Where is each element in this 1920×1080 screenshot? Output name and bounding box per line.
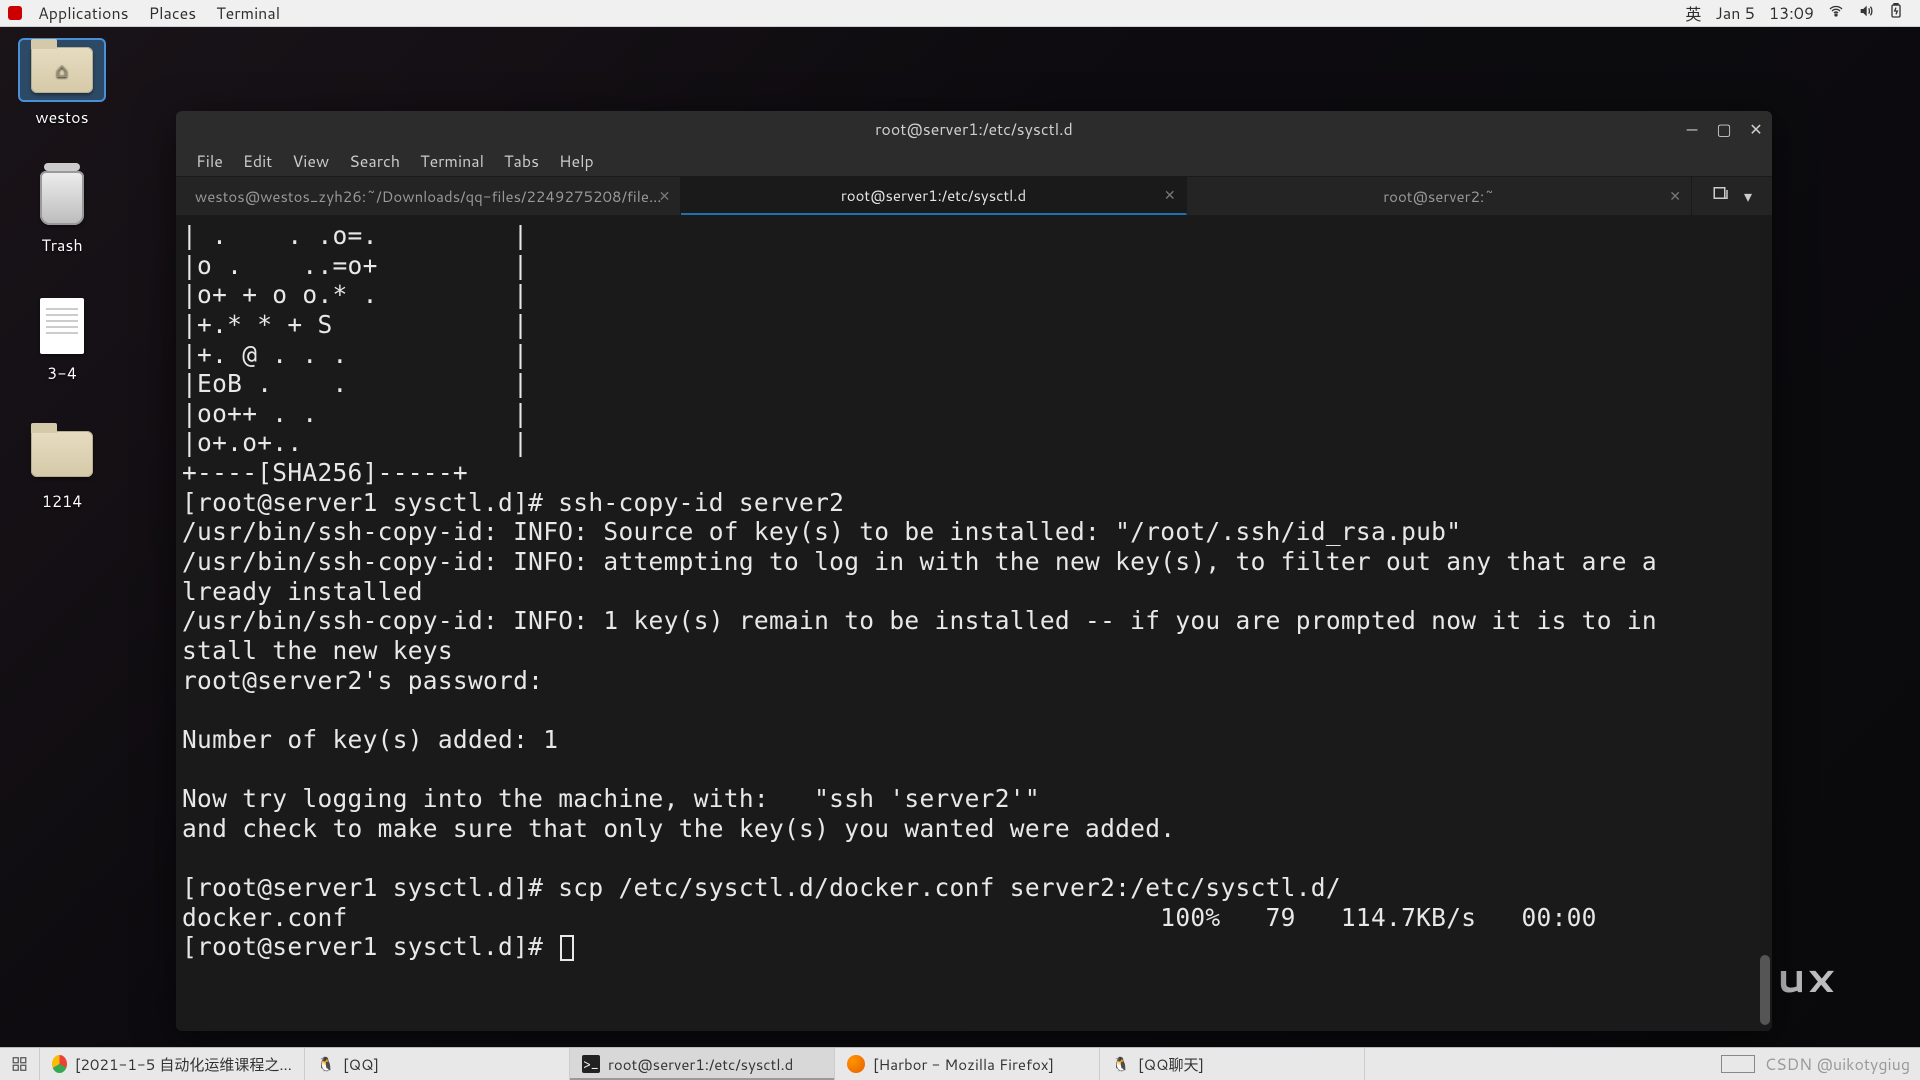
terminal-tab-1[interactable]: westos@westos_zyh26:~/Downloads/qq-files…	[176, 177, 681, 215]
terminal-output[interactable]: | . . .o=. | |o . ..=o+ | |o+ + o o.* . …	[176, 215, 1772, 1031]
scrollbar-thumb[interactable]	[1760, 955, 1770, 1025]
menu-places[interactable]: Places	[139, 2, 207, 25]
terminal-tabbar: westos@westos_zyh26:~/Downloads/qq-files…	[176, 177, 1772, 215]
tab-label: westos@westos_zyh26:~/Downloads/qq-files…	[195, 186, 662, 207]
menu-terminal[interactable]: Terminal	[410, 150, 494, 173]
tab-label: root@server2:~	[1383, 186, 1494, 207]
window-titlebar[interactable]: root@server1:/etc/sysctl.d — ▢ ✕	[176, 111, 1772, 147]
tab-close-icon[interactable]: ✕	[1164, 185, 1176, 205]
taskbar-label: root@server1:/etc/sysctl.d	[608, 1054, 793, 1075]
desktop-icon-label: Trash	[2, 234, 122, 257]
desktop-icon-label: 3-4	[2, 362, 122, 385]
menu-tabs[interactable]: Tabs	[494, 150, 549, 173]
firefox-icon	[847, 1055, 865, 1073]
menu-help[interactable]: Help	[549, 150, 604, 173]
taskbar-label: [Harbor - Mozilla Firefox]	[873, 1054, 1054, 1075]
workspace-indicator[interactable]	[1721, 1055, 1755, 1073]
desktop-icon-westos[interactable]: ⌂ westos	[2, 40, 122, 129]
menu-edit[interactable]: Edit	[233, 150, 282, 173]
desktop-icon-label: 1214	[2, 490, 122, 513]
menu-terminal[interactable]: Terminal	[206, 2, 290, 25]
taskbar-item-qqchat[interactable]: 🐧 [QQ聊天]	[1100, 1048, 1365, 1080]
desktop-icon-label: westos	[2, 106, 122, 129]
terminal-text: | . . .o=. | |o . ..=o+ | |o+ + o o.* . …	[182, 221, 1657, 961]
chrome-icon	[52, 1055, 67, 1073]
trash-icon	[40, 171, 84, 225]
csdn-watermark: CSDN @uikotygiug	[1765, 1053, 1910, 1076]
gnome-topbar: Applications Places Terminal 英 Jan 5 13:…	[0, 0, 1920, 27]
terminal-icon: >_	[582, 1055, 600, 1073]
tab-close-icon[interactable]: ✕	[659, 186, 671, 206]
activities-icon[interactable]	[8, 6, 22, 20]
bottom-taskbar: [2021-1-5 自动化运维课程之docker... 🐧 [QQ] >_ ro…	[0, 1047, 1920, 1080]
tab-close-icon[interactable]: ✕	[1669, 186, 1681, 206]
taskbar-label: [QQ]	[343, 1054, 379, 1075]
volume-icon[interactable]	[1858, 2, 1874, 25]
desktop-icon-trash[interactable]: Trash	[2, 168, 122, 257]
taskbar-label: [2021-1-5 自动化运维课程之docker...	[75, 1054, 292, 1075]
wifi-icon[interactable]	[1828, 2, 1844, 25]
folder-icon	[31, 431, 93, 477]
battery-icon[interactable]	[1888, 2, 1904, 25]
taskbar-tray: CSDN @uikotygiug	[1711, 1048, 1920, 1080]
window-minimize-button[interactable]: —	[1684, 121, 1700, 137]
file-icon	[40, 298, 84, 354]
menu-view[interactable]: View	[282, 150, 339, 173]
show-desktop-button[interactable]	[0, 1048, 40, 1080]
system-tray: 英 Jan 5 13:09	[1677, 1, 1912, 26]
desktop-icon-file-3-4[interactable]: 3-4	[2, 296, 122, 385]
menu-file[interactable]: File	[186, 150, 233, 173]
menu-applications[interactable]: Applications	[28, 2, 139, 25]
window-close-button[interactable]: ✕	[1748, 121, 1764, 137]
home-icon: ⌂	[56, 56, 69, 84]
taskbar-item-firefox[interactable]: [Harbor - Mozilla Firefox]	[835, 1048, 1100, 1080]
ime-indicator[interactable]: 英	[1685, 1, 1701, 26]
desktop-icon-folder-1214[interactable]: 1214	[2, 424, 122, 513]
tab-menu-chevron-icon[interactable]: ▾	[1744, 185, 1752, 208]
clock-time[interactable]: 13:09	[1769, 2, 1814, 25]
taskbar-item-qq[interactable]: 🐧 [QQ]	[305, 1048, 570, 1080]
terminal-menubar: File Edit View Search Terminal Tabs Help	[176, 147, 1772, 177]
tab-label: root@server1:/etc/sysctl.d	[841, 185, 1026, 206]
distro-watermark-suffix: ux	[1777, 945, 1836, 1007]
new-tab-button[interactable]	[1712, 184, 1730, 208]
clock-date[interactable]: Jan 5	[1715, 2, 1755, 25]
terminal-tab-2[interactable]: root@server1:/etc/sysctl.d ✕	[681, 177, 1186, 215]
penguin-icon: 🐧	[1112, 1055, 1130, 1073]
taskbar-item-terminal[interactable]: >_ root@server1:/etc/sysctl.d	[570, 1048, 835, 1080]
terminal-window: root@server1:/etc/sysctl.d — ▢ ✕ File Ed…	[176, 111, 1772, 1031]
cursor-icon	[560, 935, 574, 961]
window-maximize-button[interactable]: ▢	[1716, 121, 1732, 137]
terminal-tab-3[interactable]: root@server2:~ ✕	[1187, 177, 1692, 215]
taskbar-label: [QQ聊天]	[1138, 1054, 1204, 1075]
menu-search[interactable]: Search	[339, 150, 410, 173]
window-title: root@server1:/etc/sysctl.d	[875, 118, 1073, 141]
penguin-icon: 🐧	[317, 1055, 335, 1073]
taskbar-item-chrome[interactable]: [2021-1-5 自动化运维课程之docker...	[40, 1048, 305, 1080]
